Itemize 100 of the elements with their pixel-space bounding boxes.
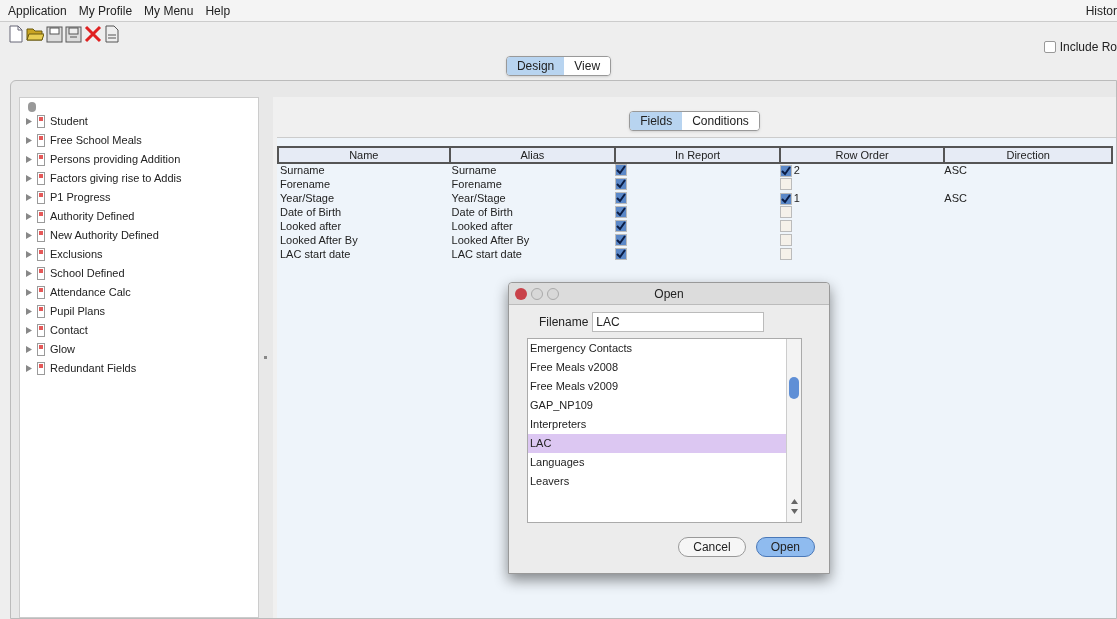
menu-item[interactable]: My Menu bbox=[144, 1, 194, 20]
tab[interactable]: Design bbox=[506, 57, 565, 75]
checkbox[interactable] bbox=[615, 220, 628, 232]
folder-icon[interactable] bbox=[26, 26, 44, 42]
menu-item[interactable]: Help bbox=[205, 1, 231, 20]
root-icon bbox=[28, 102, 36, 112]
menu-item[interactable]: Application bbox=[8, 1, 67, 20]
tree-item[interactable]: Glow bbox=[50, 341, 76, 358]
dialog-title: Open bbox=[654, 285, 684, 303]
table-cell: Surname bbox=[278, 163, 450, 178]
table-cell: 2 bbox=[793, 164, 800, 177]
expand-arrow-icon[interactable] bbox=[26, 327, 32, 334]
expand-arrow-icon[interactable] bbox=[26, 270, 32, 277]
expand-arrow-icon[interactable] bbox=[26, 346, 32, 353]
checkbox[interactable] bbox=[615, 206, 628, 218]
scrollbar[interactable] bbox=[786, 339, 801, 522]
tab[interactable]: Fields bbox=[630, 112, 683, 130]
tree-item[interactable]: Pupil Plans bbox=[50, 303, 106, 320]
file-item[interactable]: Interpreters bbox=[528, 415, 786, 434]
scroll-thumb[interactable] bbox=[789, 377, 799, 399]
tree-item[interactable]: Attendance Calc bbox=[50, 284, 131, 301]
tree-item[interactable]: New Authority Defined bbox=[50, 227, 159, 244]
document-icon[interactable] bbox=[104, 25, 120, 43]
checkbox[interactable] bbox=[779, 206, 792, 218]
table-cell: Surname bbox=[449, 163, 616, 178]
delete-icon[interactable] bbox=[84, 25, 102, 43]
file-item[interactable]: LAC bbox=[528, 434, 786, 453]
checkbox[interactable] bbox=[779, 234, 792, 246]
column-header[interactable]: Name bbox=[278, 147, 450, 163]
tree-item[interactable]: Free School Meals bbox=[50, 132, 142, 149]
table-cell: ASC bbox=[944, 164, 967, 176]
table-cell: LAC start date bbox=[449, 248, 616, 262]
checkbox[interactable] bbox=[779, 248, 792, 260]
scroll-down-icon[interactable] bbox=[791, 509, 798, 514]
tree-item[interactable]: Authority Defined bbox=[50, 208, 135, 225]
table-cell-text: Looked After By bbox=[279, 234, 359, 248]
checkbox[interactable] bbox=[615, 234, 628, 246]
file-item[interactable]: Emergency Contacts bbox=[528, 339, 786, 358]
column-header[interactable]: Alias bbox=[449, 147, 616, 163]
document-icon bbox=[37, 134, 45, 147]
expand-arrow-icon[interactable] bbox=[26, 289, 32, 296]
document-icon bbox=[37, 343, 45, 356]
checkbox[interactable] bbox=[615, 192, 628, 204]
close-icon[interactable] bbox=[515, 288, 527, 300]
document-icon bbox=[37, 115, 45, 128]
tab[interactable]: Conditions bbox=[682, 112, 759, 130]
tree-item[interactable]: Redundant Fields bbox=[50, 360, 137, 377]
tree-item[interactable]: Persons providing Addition bbox=[50, 151, 181, 168]
file-item[interactable]: GAP_NP109 bbox=[528, 396, 786, 415]
expand-arrow-icon[interactable] bbox=[26, 194, 32, 201]
new-document-icon[interactable] bbox=[8, 25, 24, 43]
document-icon bbox=[37, 324, 45, 337]
checkbox[interactable] bbox=[615, 164, 628, 176]
table-cell-text: Looked after bbox=[279, 220, 343, 234]
expand-arrow-icon[interactable] bbox=[26, 137, 32, 144]
tab[interactable]: View bbox=[564, 57, 611, 75]
column-header[interactable]: In Report bbox=[615, 147, 780, 163]
tree-item[interactable]: Contact bbox=[50, 322, 88, 339]
expand-arrow-icon[interactable] bbox=[26, 308, 32, 315]
tree-item[interactable]: Exclusions bbox=[50, 246, 103, 263]
document-icon bbox=[37, 229, 45, 242]
tree-item[interactable]: School Defined bbox=[50, 265, 125, 282]
expand-arrow-icon[interactable] bbox=[26, 118, 32, 125]
tree-item[interactable]: P1 Progress bbox=[50, 189, 111, 206]
column-header[interactable]: Row Order bbox=[779, 147, 945, 163]
expand-arrow-icon[interactable] bbox=[26, 213, 32, 220]
file-item[interactable]: Languages bbox=[528, 453, 786, 472]
document-icon bbox=[37, 191, 45, 204]
file-item[interactable]: Leavers bbox=[528, 472, 786, 491]
expand-arrow-icon[interactable] bbox=[26, 251, 32, 258]
expand-arrow-icon[interactable] bbox=[26, 232, 32, 239]
checkbox[interactable] bbox=[779, 164, 792, 177]
checkbox[interactable] bbox=[615, 248, 628, 260]
menu-item[interactable]: My Profile bbox=[78, 1, 133, 20]
checkbox[interactable] bbox=[779, 192, 792, 205]
checkbox[interactable] bbox=[1043, 41, 1056, 53]
checkbox[interactable] bbox=[615, 178, 628, 190]
checkbox-label: Include Ro bbox=[1059, 39, 1117, 56]
tree-item[interactable]: Factors giving rise to Addis bbox=[50, 170, 182, 187]
tree-item[interactable]: Student bbox=[50, 113, 88, 130]
table-cell-text: Year/Stage bbox=[279, 192, 336, 206]
file-item[interactable]: Free Meals v2009 bbox=[528, 377, 786, 396]
expand-arrow-icon[interactable] bbox=[26, 156, 32, 163]
history-menu[interactable]: Histor bbox=[1085, 1, 1117, 20]
checkbox[interactable] bbox=[779, 178, 792, 190]
document-icon bbox=[37, 267, 45, 280]
expand-arrow-icon[interactable] bbox=[26, 175, 32, 182]
scroll-up-icon[interactable] bbox=[791, 499, 798, 504]
open-button[interactable]: Open bbox=[755, 537, 815, 557]
document-icon bbox=[37, 286, 45, 299]
splitter-grip[interactable] bbox=[263, 356, 267, 359]
document-icon bbox=[37, 210, 45, 223]
filename-label: Filename bbox=[539, 314, 589, 331]
filename-field[interactable]: LAC bbox=[592, 312, 765, 332]
column-header[interactable]: Direction bbox=[944, 147, 1112, 163]
checkbox[interactable] bbox=[779, 220, 792, 232]
document-icon bbox=[37, 305, 45, 318]
cancel-button[interactable]: Cancel bbox=[678, 537, 746, 557]
file-item[interactable]: Free Meals v2008 bbox=[528, 358, 786, 377]
expand-arrow-icon[interactable] bbox=[26, 365, 32, 372]
